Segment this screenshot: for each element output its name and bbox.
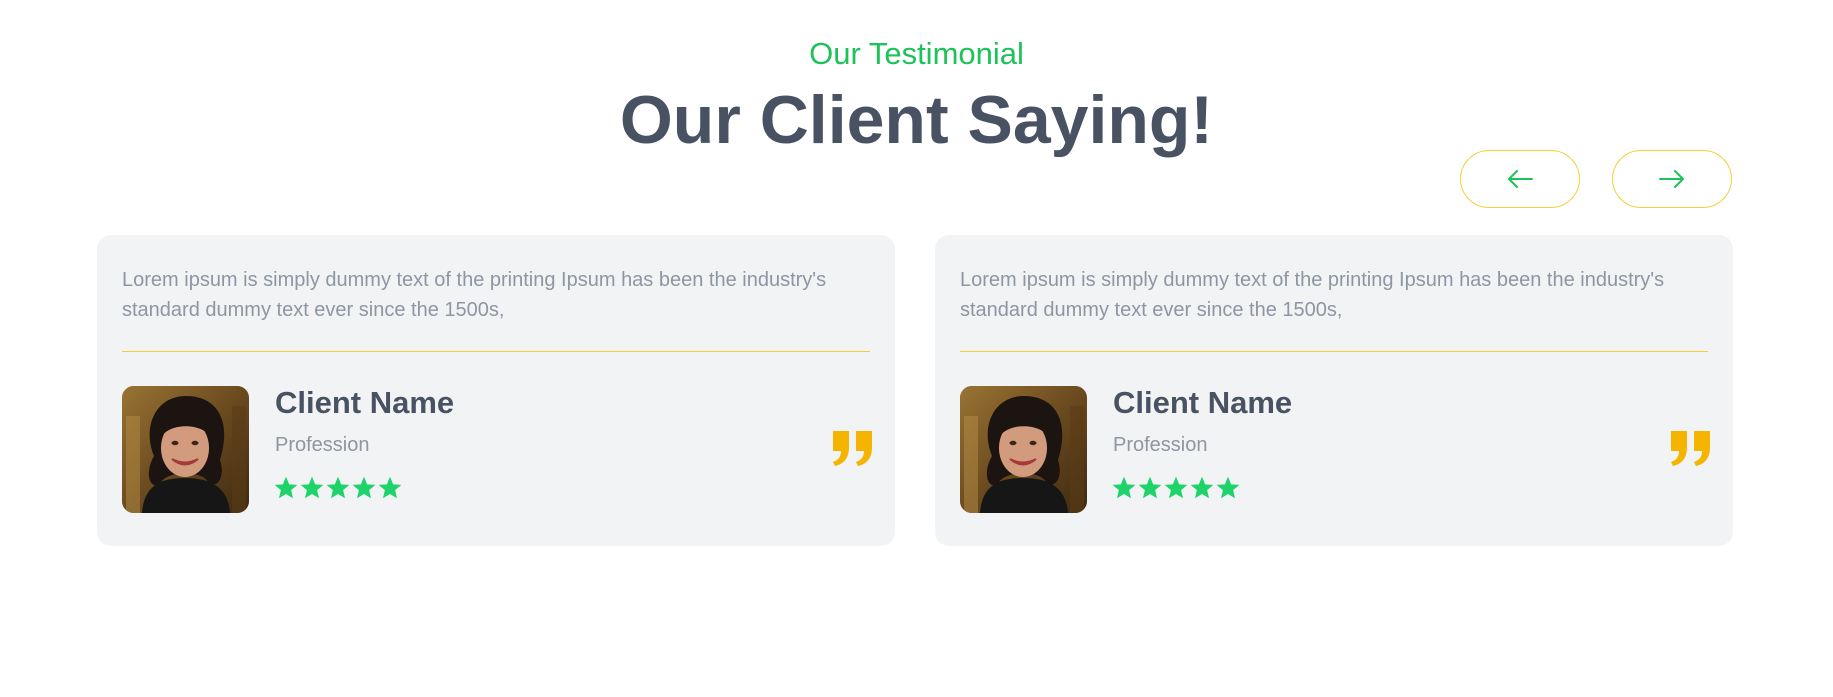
section-headline: Our Client Saying!: [619, 82, 1214, 158]
arrow-right-icon: [1659, 170, 1685, 188]
next-button[interactable]: [1612, 150, 1732, 208]
testimonial-card: Lorem ipsum is simply dummy text of the …: [935, 235, 1733, 546]
star-rating: [273, 475, 403, 501]
star-icon: [1138, 476, 1162, 499]
testimonial-text: Lorem ipsum is simply dummy text of the …: [122, 269, 827, 321]
client-avatar: [122, 386, 249, 513]
star-icon: [1164, 476, 1188, 499]
star-icon: [274, 476, 298, 499]
client-profession: Profession: [1113, 434, 1208, 456]
star-icon: [326, 476, 350, 499]
previous-button[interactable]: [1460, 150, 1580, 208]
star-icon: [300, 476, 324, 499]
card-divider: [122, 351, 870, 352]
testimonial-section: Our Testimonial Our Client Saying! Lorem…: [0, 0, 1833, 697]
testimonial-card: Lorem ipsum is simply dummy text of the …: [97, 235, 895, 546]
quote-icon: [833, 431, 872, 466]
star-icon: [352, 476, 376, 499]
client-name: Client Name: [275, 385, 455, 420]
card-divider: [960, 351, 1708, 352]
arrow-left-icon: [1507, 170, 1533, 188]
star-icon: [1216, 476, 1240, 499]
client-avatar: [960, 386, 1087, 513]
section-eyebrow: Our Testimonial: [809, 36, 1024, 71]
quote-icon: [1671, 431, 1710, 466]
star-icon: [1190, 476, 1214, 499]
star-icon: [1112, 476, 1136, 499]
star-icon: [378, 476, 402, 499]
testimonial-text: Lorem ipsum is simply dummy text of the …: [960, 269, 1665, 321]
client-profession: Profession: [275, 434, 370, 456]
star-rating: [1111, 475, 1241, 501]
client-name: Client Name: [1113, 385, 1293, 420]
